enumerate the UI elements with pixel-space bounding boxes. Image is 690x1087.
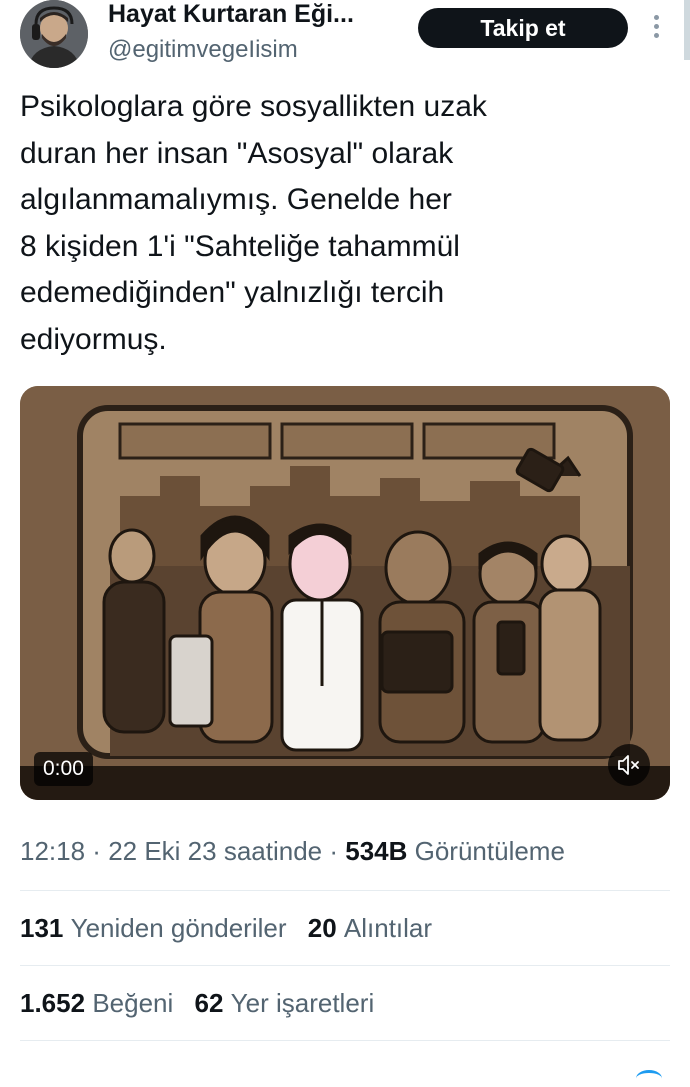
tweet-time[interactable]: 12:18 [20,836,85,866]
bookmarks-stat[interactable]: 62 Yer işaretleri [195,988,375,1018]
tweet-line: Psikologlara göre sosyallikten uzak [20,90,487,123]
tweet-line: edemediğinden" yalnızlığı tercih [20,276,445,309]
author-handle[interactable]: @egitimvegeIisim [108,36,298,64]
meta-separator: · [322,836,346,866]
tweet-text: Psikologlara göre sosyallikten uzak dura… [20,84,640,363]
quotes-label: Alıntılar [343,913,433,943]
more-options-icon[interactable] [648,12,664,42]
tweet-line: algılanmamalıymış. Genelde her [20,183,452,216]
bookmarks-label: Yer işaretleri [230,988,375,1018]
tweet-header: Hayat Kurtaran Eği... @egitimvegeIisim T… [0,0,690,80]
video-frame-illustration [20,386,670,800]
reposts-stat[interactable]: 131 Yeniden gönderiler [20,913,287,943]
avatar[interactable] [20,0,88,68]
divider [20,890,670,891]
bookmarks-count: 62 [194,988,224,1018]
meta-separator: · [85,836,109,866]
scrollbar[interactable] [684,0,690,60]
likes-stat[interactable]: 1.652 Beğeni [20,988,173,1018]
engagement-row-likes: 1.652 Beğeni 62 Yer işaretleri [20,988,388,1019]
speaker-muted-icon[interactable] [608,744,650,786]
author-name[interactable]: Hayat Kurtaran Eği... [108,0,354,29]
follow-button[interactable]: Takip et [418,8,628,48]
reposts-label: Yeniden gönderiler [70,913,287,943]
view-label: Görüntüleme [414,836,565,866]
view-count: 534B [345,836,408,866]
tweet-date[interactable]: 22 Eki 23 saatinde [108,836,322,866]
likes-count: 1.652 [20,988,86,1018]
refresh-indicator-icon [636,1070,662,1087]
tweet-line: 8 kişiden 1'i "Sahteliğe tahammül [20,229,460,263]
video-timestamp: 0:00 [34,752,93,786]
engagement-row-reposts: 131 Yeniden gönderiler 20 Alıntılar [20,913,446,944]
video-player[interactable] [20,386,670,800]
tweet-line: ediyormuş. [20,322,167,356]
divider [20,1040,670,1041]
divider [20,965,670,966]
quotes-stat[interactable]: 20 Alıntılar [308,913,432,943]
reposts-count: 131 [20,913,64,943]
likes-label: Beğeni [92,988,174,1018]
tweet-meta: 12:18 · 22 Eki 23 saatinde · 534B Görünt… [20,836,565,867]
quotes-count: 20 [307,913,337,943]
tweet-line: duran her insan "Asosyal" olarak [20,136,454,170]
